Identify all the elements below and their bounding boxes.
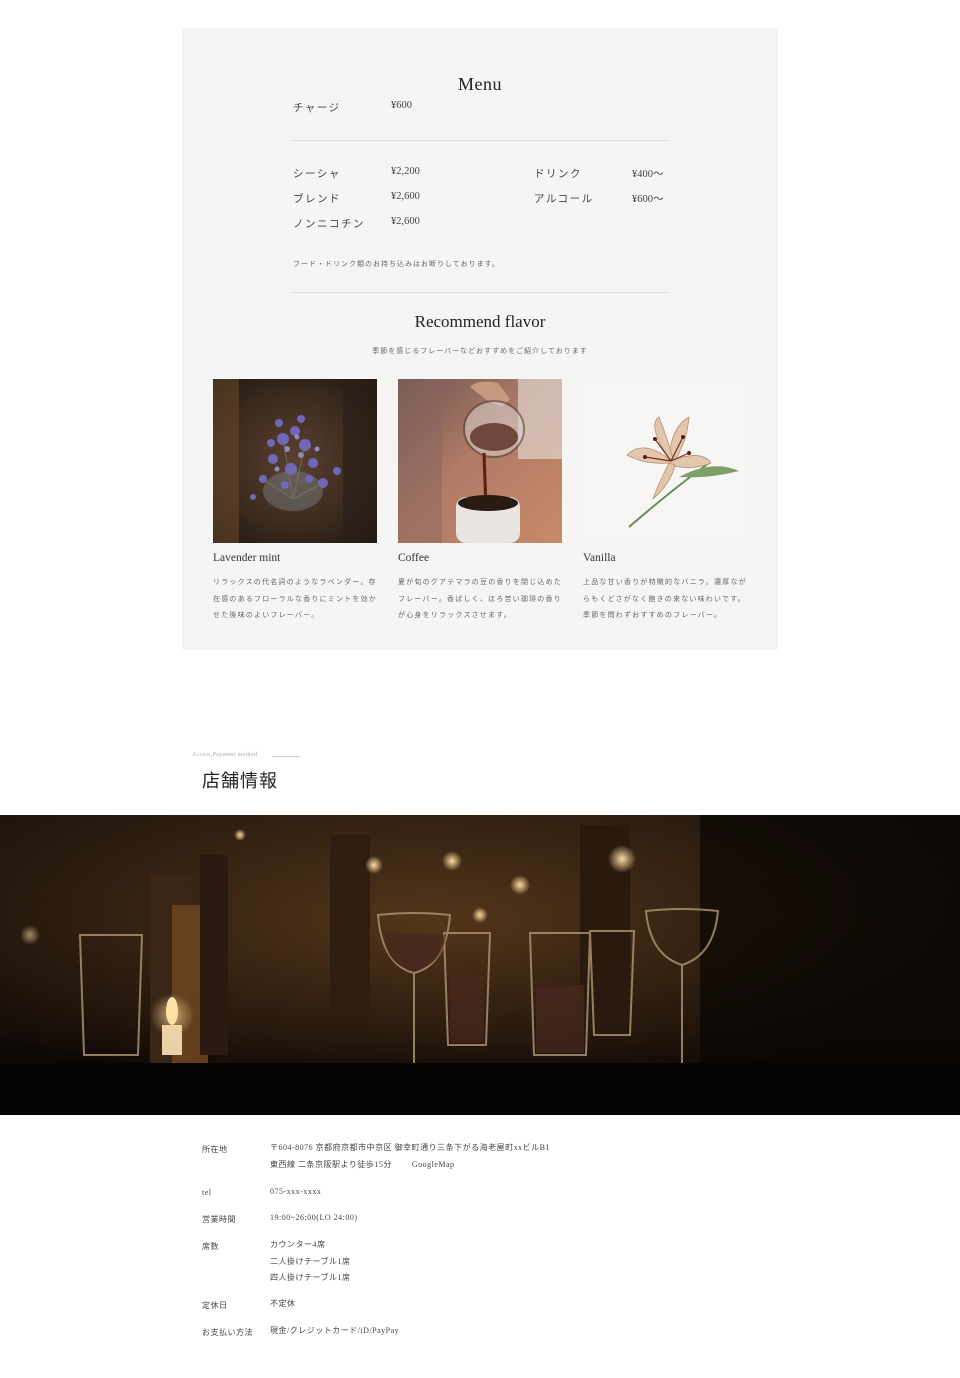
coffee-photo bbox=[398, 379, 562, 543]
info-label-hours: 営業時間 bbox=[202, 1215, 236, 1224]
info-value-address: 〒604-8076 京都府京都市中京区 御幸町通り三条下がる海老屋町xxビルB1… bbox=[270, 1143, 550, 1169]
vanilla-flower-photo bbox=[583, 379, 747, 543]
info-label-seats: 席数 bbox=[202, 1242, 219, 1251]
menu-item-price: ¥600〜 bbox=[632, 194, 664, 205]
menu-item-price: ¥2,200 bbox=[391, 166, 420, 177]
section-en-label: Access,Payment method bbox=[192, 752, 258, 758]
recommend-title: Recommend flavor bbox=[414, 312, 546, 331]
info-value-holiday: 不定休 bbox=[270, 1299, 296, 1308]
flavor-card-lavender: Lavender mint リラックスの代名詞のようなラベンダー。存 在感のある… bbox=[213, 379, 377, 624]
menu-item-label-charge: チャージ bbox=[293, 103, 341, 114]
menu-item-label: シーシャ bbox=[293, 169, 341, 180]
menu-item-label: ドリンク bbox=[534, 169, 582, 180]
flavor-name: Lavender mint bbox=[213, 552, 281, 564]
flavor-description: 夏が旬のグアテマラの豆の香りを閉じ込めた フレーバー。香ばしく、ほろ苦い珈琲の香… bbox=[398, 578, 562, 619]
info-label-tel: tel bbox=[202, 1188, 212, 1197]
menu-item-price-charge: ¥600 bbox=[391, 100, 412, 111]
flavor-card-coffee: Coffee 夏が旬のグアテマラの豆の香りを閉じ込めた フレーバー。香ばしく、ほ… bbox=[398, 379, 562, 624]
menu-item-price: ¥2,600 bbox=[391, 191, 420, 202]
menu-title: Menu bbox=[458, 74, 502, 94]
bar-interior-photo bbox=[0, 815, 960, 1115]
info-label-address: 所在地 bbox=[202, 1145, 228, 1154]
section-label-line bbox=[272, 756, 300, 757]
menu-divider bbox=[292, 292, 668, 293]
shop-info-title: 店舗情報 bbox=[202, 771, 278, 791]
info-label-holiday: 定休日 bbox=[202, 1301, 228, 1310]
info-value-tel: 075-xxx-xxxx bbox=[270, 1187, 322, 1196]
info-value-payment: 現金/クレジットカード/iD/PayPay bbox=[270, 1326, 400, 1335]
recommend-subtitle: 季節を感じるフレーバーなどおすすめをご紹介しております bbox=[372, 347, 588, 355]
menu-item-price: ¥400〜 bbox=[632, 169, 664, 180]
menu-item-label: ノンニコチン bbox=[293, 219, 365, 230]
info-value-hours: 19:00~26:00(LO 24:00) bbox=[270, 1213, 358, 1222]
flavor-description: リラックスの代名詞のようなラベンダー。存 在感のあるフローラルな香りにミントを効… bbox=[213, 578, 377, 619]
google-map-link[interactable]: GoogleMap bbox=[412, 1160, 455, 1169]
info-value-seats: カウンター4席 二人掛けテーブル1席 四人掛けテーブル1席 bbox=[270, 1240, 351, 1282]
flavor-name: Coffee bbox=[398, 552, 430, 564]
info-label-payment: お支払い方法 bbox=[202, 1328, 253, 1337]
menu-divider bbox=[292, 140, 668, 141]
menu-section: Menu チャージ ¥600 シーシャ ¥2,200 ブレンド ¥2,600 ノ… bbox=[182, 28, 778, 650]
menu-note: フード・ドリンク類のお持ち込みはお断りしております。 bbox=[293, 260, 500, 268]
flavor-card-vanilla: Vanilla 上品な甘い香りが特徴的なバニラ。濃厚なが らもくどさがなく飽きの… bbox=[583, 379, 747, 624]
lavender-photo bbox=[213, 379, 377, 543]
menu-item-label: アルコール bbox=[534, 194, 594, 205]
flavor-description: 上品な甘い香りが特徴的なバニラ。濃厚なが らもくどさがなく飽きの来ない味わいです… bbox=[583, 578, 747, 619]
menu-item-price: ¥2,600 bbox=[391, 216, 420, 227]
flavor-name: Vanilla bbox=[583, 552, 616, 564]
menu-item-label: ブレンド bbox=[293, 194, 341, 205]
